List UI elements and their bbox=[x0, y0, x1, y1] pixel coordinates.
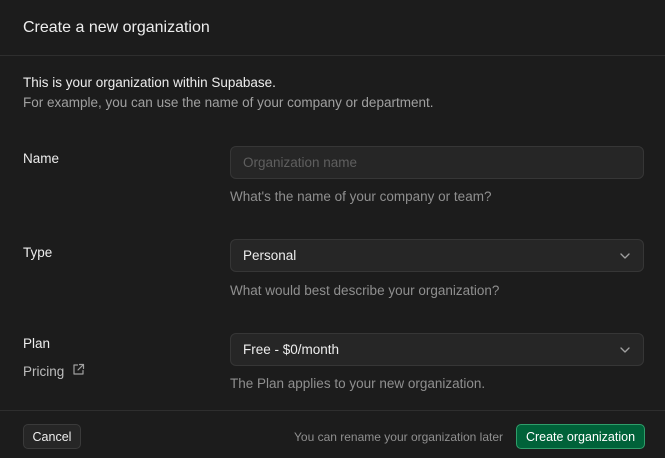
pricing-link[interactable]: Pricing bbox=[23, 363, 85, 379]
type-label: Type bbox=[23, 245, 53, 260]
organization-name-field[interactable] bbox=[230, 146, 644, 179]
plan-selected-value: Free - $0/month bbox=[243, 342, 340, 357]
plan-label: Plan bbox=[23, 336, 51, 351]
name-help-text: What's the name of your company or team? bbox=[230, 189, 492, 204]
intro-subtext: For example, you can use the name of you… bbox=[23, 95, 434, 110]
create-organization-button[interactable]: Create organization bbox=[516, 424, 645, 449]
rename-note: You can rename your organization later bbox=[294, 430, 504, 444]
chevron-down-icon bbox=[619, 250, 631, 262]
type-selected-value: Personal bbox=[243, 248, 297, 263]
organization-type-select[interactable]: Personal bbox=[230, 239, 644, 272]
dialog-header: Create a new organization bbox=[0, 0, 665, 56]
chevron-down-icon bbox=[619, 344, 631, 356]
dialog-title: Create a new organization bbox=[23, 18, 210, 36]
dialog-intro: This is your organization within Supabas… bbox=[0, 56, 665, 113]
dialog-footer: Cancel You can rename your organization … bbox=[0, 410, 665, 458]
create-organization-dialog: Create a new organization This is your o… bbox=[0, 0, 665, 458]
pricing-link-label: Pricing bbox=[23, 363, 65, 379]
intro-text: This is your organization within Supabas… bbox=[23, 75, 276, 90]
organization-name-input[interactable] bbox=[243, 155, 631, 170]
cancel-button[interactable]: Cancel bbox=[23, 424, 81, 449]
name-label: Name bbox=[23, 151, 60, 166]
plan-help-text: The Plan applies to your new organizatio… bbox=[230, 376, 486, 391]
external-link-icon bbox=[72, 363, 85, 379]
plan-select[interactable]: Free - $0/month bbox=[230, 333, 644, 366]
type-help-text: What would best describe your organizati… bbox=[230, 283, 500, 298]
